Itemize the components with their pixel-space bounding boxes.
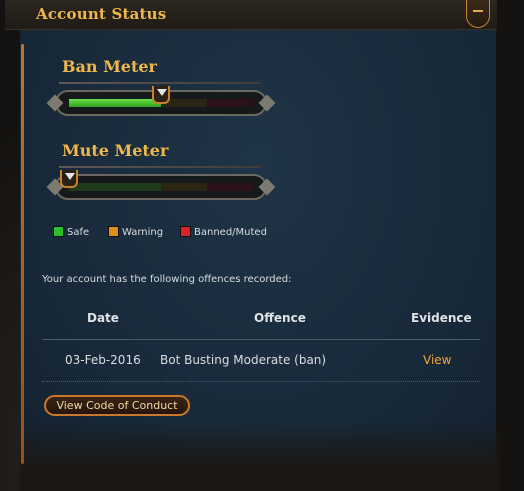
legend-banned: Banned/Muted	[180, 226, 267, 238]
column-header-evidence: Evidence	[411, 311, 472, 325]
marker-arrow-icon	[157, 89, 167, 96]
banned-swatch-icon	[180, 226, 191, 237]
mute-meter-marker	[60, 170, 78, 188]
legend-banned-label: Banned/Muted	[194, 227, 267, 238]
view-code-of-conduct-button[interactable]: View Code of Conduct	[44, 395, 190, 416]
ban-meter-fill	[69, 99, 161, 107]
ban-meter-rule	[59, 82, 261, 84]
ban-meter-marker	[152, 86, 170, 104]
mute-meter-warning-zone	[161, 183, 207, 191]
offences-intro: Your account has the following offences …	[42, 274, 292, 285]
mute-meter-safe-zone	[69, 183, 161, 191]
offence-date: 03-Feb-2016	[65, 353, 141, 367]
legend-safe-label: Safe	[67, 227, 90, 238]
minus-icon	[473, 10, 483, 12]
ban-meter-title: Ban Meter	[62, 57, 157, 76]
offence-description: Bot Busting Moderate (ban)	[160, 353, 327, 367]
safe-swatch-icon	[53, 226, 64, 237]
collapse-button[interactable]	[466, 0, 490, 28]
mute-meter-title: Mute Meter	[62, 141, 169, 160]
warning-swatch-icon	[108, 226, 119, 237]
legend-safe: Safe	[53, 226, 89, 238]
table-header-divider	[42, 339, 480, 340]
mute-meter	[55, 174, 267, 200]
view-evidence-link[interactable]: View	[423, 353, 451, 367]
legend-warning: Warning	[108, 226, 163, 238]
legend-warning-label: Warning	[122, 227, 164, 238]
column-header-offence: Offence	[254, 311, 306, 325]
table-row-divider	[42, 381, 480, 382]
column-header-date: Date	[87, 311, 119, 325]
panel-edge-texture	[20, 420, 500, 491]
panel-header: Account Status	[5, 0, 497, 30]
marker-arrow-icon	[65, 173, 75, 180]
mute-meter-bar	[69, 183, 253, 191]
mute-meter-rule	[59, 166, 261, 168]
left-rail	[21, 44, 24, 464]
panel-title: Account Status	[36, 5, 167, 23]
